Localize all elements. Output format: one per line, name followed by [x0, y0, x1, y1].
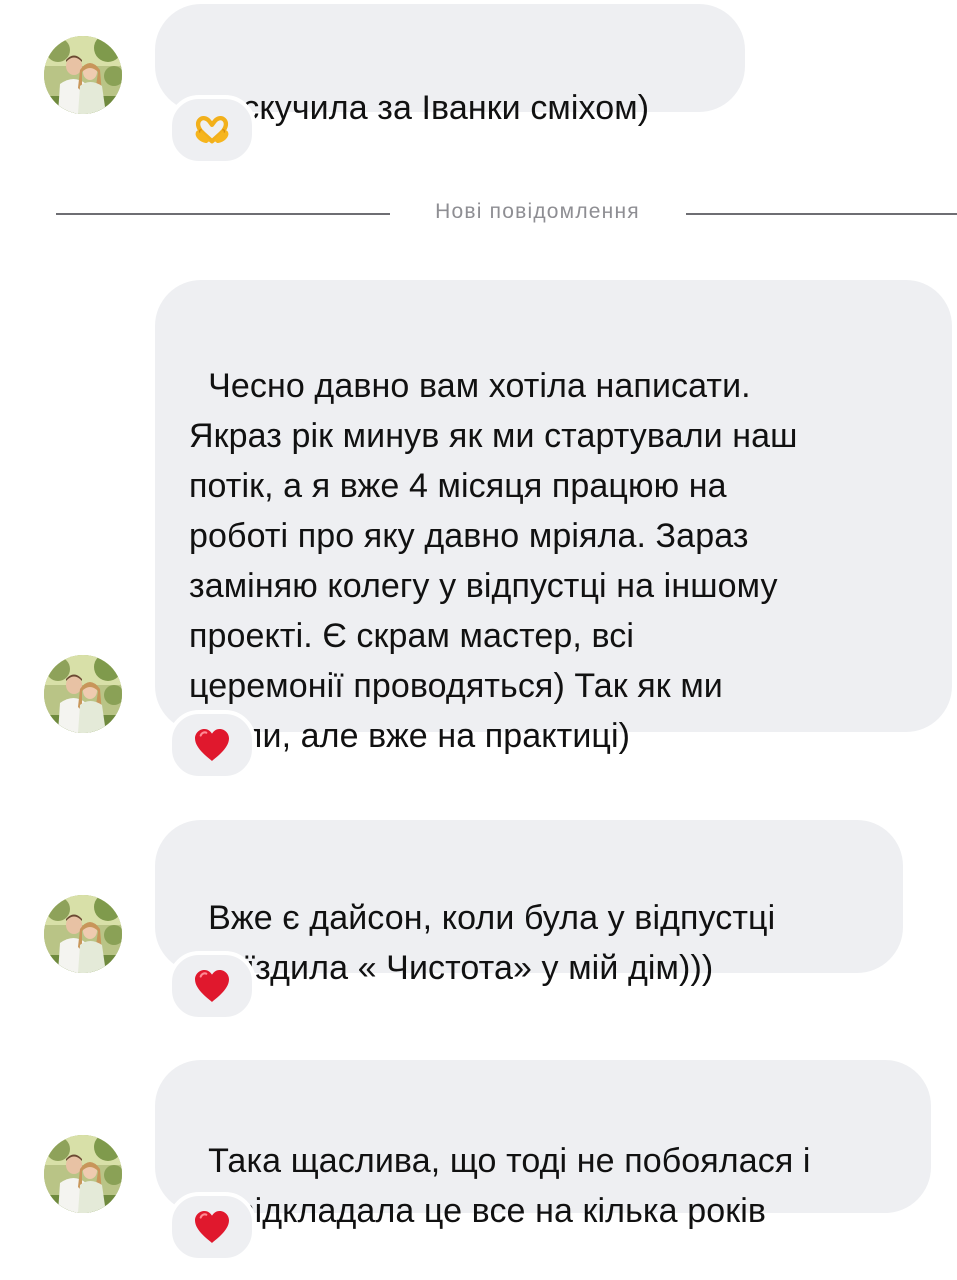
sender-avatar[interactable] — [44, 655, 122, 733]
message-bubble[interactable]: Чесно давно вам хотіла написати. Якраз р… — [155, 280, 952, 755]
avatar-photo-icon — [44, 655, 122, 733]
message-text: Я скучила за Іванки сміхом) — [208, 89, 650, 127]
sender-avatar[interactable] — [44, 895, 122, 973]
avatar-photo-icon — [44, 36, 122, 114]
message-text: Чесно давно вам хотіла написати. Якраз р… — [189, 367, 798, 755]
sender-avatar[interactable] — [44, 36, 122, 114]
message-bubble[interactable]: Вже є дайсон, коли була у відпустці приї… — [155, 820, 903, 987]
new-messages-divider: Нові повідомлення — [0, 196, 957, 232]
message-reaction[interactable] — [168, 951, 256, 1021]
divider-label: Нові повідомлення — [435, 200, 640, 223]
red-heart-icon — [193, 969, 231, 1003]
message-bubble[interactable]: Я скучила за Іванки сміхом) — [155, 4, 745, 127]
avatar-photo-icon — [44, 1135, 122, 1213]
heart-hands-icon — [193, 115, 231, 145]
message-text: Вже є дайсон, коли була у відпустці приї… — [189, 899, 776, 987]
divider-line-left — [56, 213, 390, 215]
avatar-photo-icon — [44, 895, 122, 973]
sender-avatar[interactable] — [44, 1135, 122, 1213]
message-reaction[interactable] — [168, 710, 256, 780]
divider-line-right — [686, 213, 957, 215]
message-reaction[interactable] — [168, 1192, 256, 1262]
red-heart-icon — [193, 728, 231, 762]
message-text: Така щаслива, що тоді не побоялася і не … — [189, 1142, 811, 1230]
red-heart-icon — [193, 1210, 231, 1244]
message-reaction[interactable] — [168, 95, 256, 165]
message-bubble[interactable]: Така щаслива, що тоді не побоялася і не … — [155, 1060, 931, 1230]
